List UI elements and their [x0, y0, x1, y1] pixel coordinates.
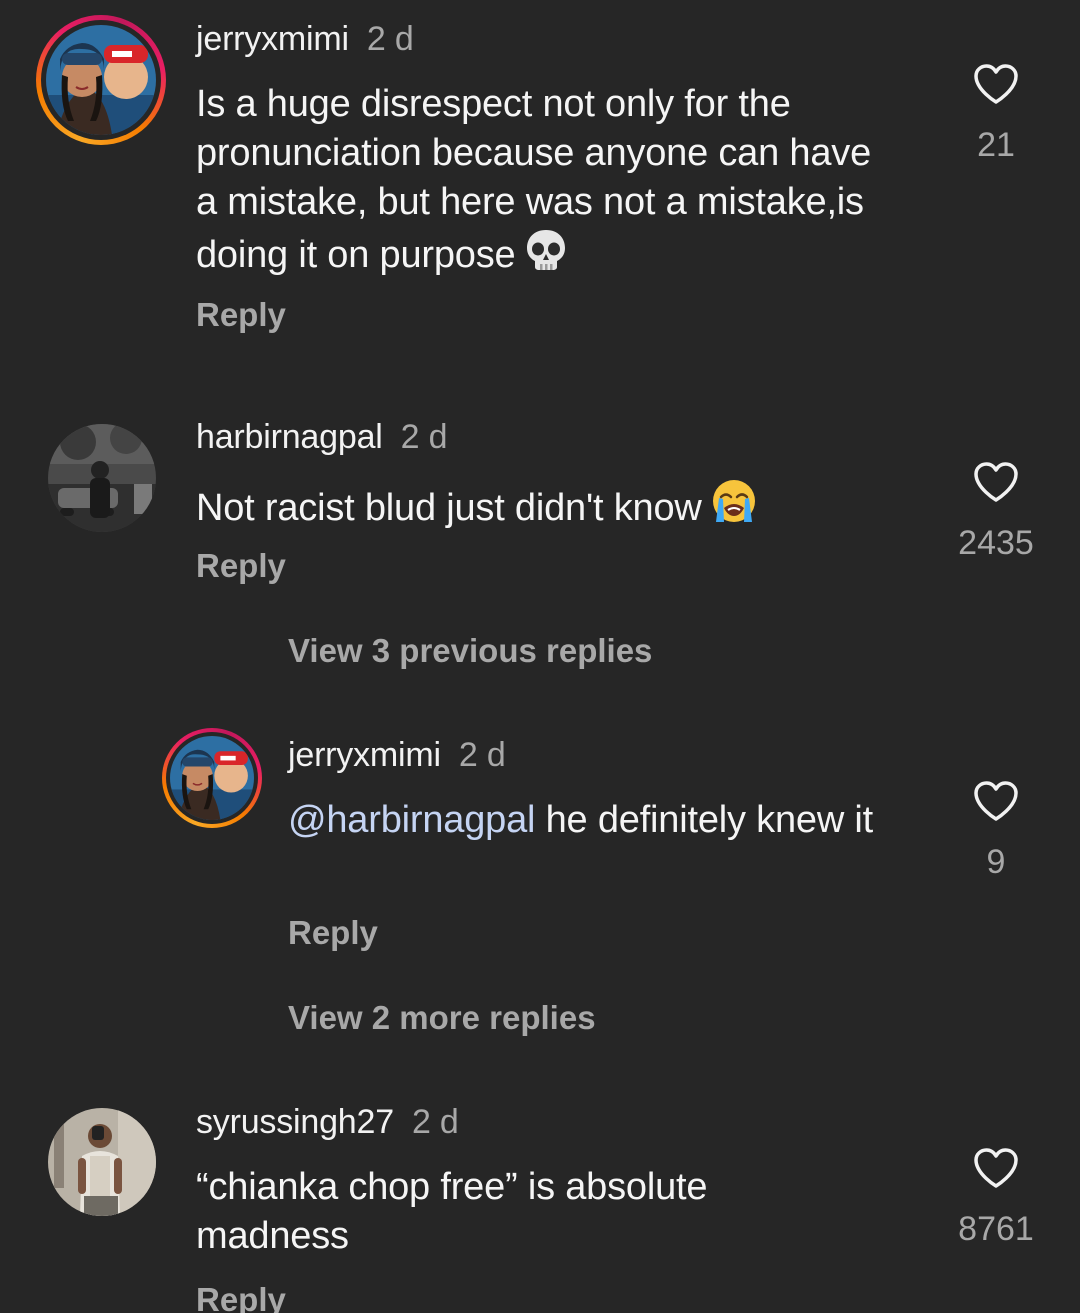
like-button[interactable]: 21	[936, 62, 1056, 165]
comment-text: Not racist blud just didn't know	[196, 478, 896, 539]
username-label[interactable]: jerryxmimi	[196, 20, 349, 58]
like-button[interactable]: 9	[936, 779, 1056, 882]
reply-time: 2 d	[458, 736, 506, 774]
reply-text: @harbirnagpal he definitely knew it	[288, 796, 928, 845]
heart-icon[interactable]	[936, 1146, 1056, 1190]
like-count: 8761	[958, 1210, 1034, 1248]
comment-username[interactable]: harbirnagpal 2 d	[196, 418, 448, 457]
avatar[interactable]	[48, 1108, 156, 1216]
view-previous-replies-button[interactable]: View 3 previous replies	[288, 632, 652, 670]
avatar-story-ring[interactable]	[162, 728, 262, 828]
heart-icon[interactable]	[936, 460, 1056, 504]
comment-text: “chianka chop free” is absolute madness	[196, 1163, 836, 1261]
comment-username[interactable]: jerryxmimi 2 d	[196, 20, 414, 59]
reply-button[interactable]: Reply	[196, 547, 286, 585]
username-label[interactable]: syrussingh27	[196, 1103, 394, 1141]
like-button[interactable]: 2435	[936, 460, 1056, 563]
avatar[interactable]	[48, 424, 156, 532]
comment-username[interactable]: syrussingh27 2 d	[196, 1103, 459, 1142]
heart-icon[interactable]	[936, 62, 1056, 106]
reply-button[interactable]: Reply	[288, 914, 378, 952]
comment-text-content: Not racist blud just didn't know	[196, 487, 702, 529]
reply-button[interactable]: Reply	[196, 1281, 286, 1313]
comments-panel: jerryxmimi 2 d Is a huge disrespect not o…	[0, 0, 1080, 1313]
avatar-story-ring[interactable]	[36, 15, 166, 145]
username-label[interactable]: jerryxmimi	[288, 736, 441, 774]
mention-link[interactable]: @harbirnagpal	[288, 799, 535, 841]
view-more-replies-button[interactable]: View 2 more replies	[288, 999, 596, 1037]
comment-text: Is a huge disrespect not only for the pr…	[196, 80, 896, 286]
username-label[interactable]: harbirnagpal	[196, 418, 383, 456]
like-count: 9	[986, 843, 1006, 881]
like-count: 2435	[958, 524, 1034, 562]
skull-icon	[523, 227, 569, 286]
avatar[interactable]	[170, 736, 254, 820]
comment-time: 2 d	[411, 1103, 459, 1141]
avatar[interactable]	[46, 25, 156, 135]
comment-time: 2 d	[400, 418, 448, 456]
like-count: 21	[977, 126, 1015, 164]
comment-time: 2 d	[366, 20, 414, 58]
reply-username[interactable]: jerryxmimi 2 d	[288, 736, 506, 775]
reply-text-content: he definitely knew it	[535, 799, 874, 841]
loudly-crying-face-icon	[710, 478, 758, 539]
like-button[interactable]: 8761	[936, 1146, 1056, 1249]
heart-icon[interactable]	[936, 779, 1056, 823]
comment-text-content: “chianka chop free” is absolute madness	[196, 1166, 708, 1257]
reply-button[interactable]: Reply	[196, 296, 286, 334]
